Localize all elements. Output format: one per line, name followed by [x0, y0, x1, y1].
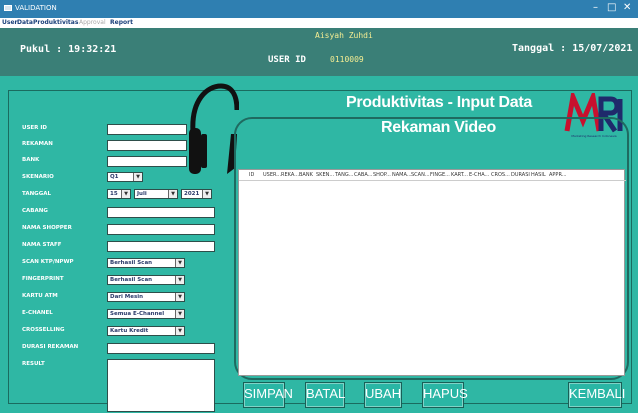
kembali-button[interactable]: KEMBALI	[568, 382, 625, 408]
cabang-input[interactable]	[107, 207, 215, 218]
label-rekaman: REKAMAN	[22, 141, 53, 147]
close-button[interactable]: ✕	[623, 2, 631, 14]
chevron-down-icon[interactable]: ▼	[175, 293, 184, 301]
user-id-input[interactable]	[107, 124, 187, 135]
tanggal-month-value: Juli	[137, 191, 147, 197]
tanggal-year-value: 2021	[184, 191, 200, 197]
user-id-label: USER ID	[268, 55, 306, 65]
bank-input[interactable]	[107, 156, 187, 167]
durasi-rekaman-input[interactable]	[107, 343, 215, 354]
label-result: RESULT	[22, 361, 45, 367]
menu-produktivitas[interactable]: Produktivitas	[33, 18, 78, 28]
clock-label: Pukul : 19:32:21	[20, 44, 117, 55]
headphones-icon	[189, 83, 239, 174]
kartu-atm-value: Dari Mesin	[110, 294, 144, 300]
batal-button[interactable]: BATAL	[305, 382, 345, 408]
nama-shopper-input[interactable]	[107, 224, 215, 235]
data-table[interactable]: ID USER... REKA... BANK SKEN... TANG... …	[238, 169, 626, 376]
tanggal-year-select[interactable]: 2021 ▼	[181, 189, 212, 199]
column-header[interactable]: BANK	[299, 170, 313, 180]
column-header[interactable]: TANG...	[335, 170, 353, 180]
chevron-down-icon[interactable]: ▼	[202, 190, 211, 198]
label-cabang: CABANG	[22, 208, 48, 214]
chevron-down-icon[interactable]: ▼	[168, 190, 177, 198]
label-crosselling: CROSSELLING	[22, 327, 65, 333]
e-chanel-select[interactable]: Semua E-Channel ▼	[107, 309, 185, 319]
column-header[interactable]: REKA...	[281, 170, 299, 180]
column-header[interactable]: SCAN...	[411, 170, 430, 180]
info-header: Pukul : 19:32:21 Aisyah Zuhdi USER ID 01…	[0, 28, 638, 76]
skenario-value: Q1	[110, 174, 119, 180]
fingerprint-select[interactable]: Berhasil Scan ▼	[107, 275, 185, 285]
fingerprint-value: Berhasil Scan	[110, 277, 153, 283]
label-fingerprint: FINGERPRINT	[22, 276, 64, 282]
column-header[interactable]: KART...	[451, 170, 468, 180]
app-icon	[4, 5, 12, 11]
tanggal-day-value: 15	[110, 191, 118, 197]
minimize-button[interactable]: –	[593, 2, 598, 14]
chevron-down-icon[interactable]: ▼	[175, 327, 184, 335]
label-bank: BANK	[22, 157, 40, 163]
tanggal-month-select[interactable]: Juli ▼	[134, 189, 178, 199]
chevron-down-icon[interactable]: ▼	[175, 310, 184, 318]
nama-staff-input[interactable]	[107, 241, 215, 252]
chevron-down-icon[interactable]: ▼	[121, 190, 130, 198]
column-header[interactable]: SKEN...	[316, 170, 334, 180]
page-title-line1: Produktivitas - Input Data	[346, 94, 532, 111]
column-header[interactable]: NAMA...	[392, 170, 412, 180]
column-header[interactable]: FINGE...	[430, 170, 450, 180]
label-kartu-atm: KARTU ATM	[22, 293, 58, 299]
crosselling-value: Kartu Kredit	[110, 328, 149, 334]
scan-ktp-select[interactable]: Berhasil Scan ▼	[107, 258, 185, 268]
column-header[interactable]: HASIL	[531, 170, 546, 180]
menu-approval: Approval	[79, 19, 106, 26]
rekaman-input[interactable]	[107, 140, 187, 151]
simpan-button[interactable]: SIMPAN	[243, 382, 293, 408]
date-label: Tanggal : 15/07/2021	[512, 43, 633, 54]
label-scan-ktp: SCAN KTP/NPWP	[22, 259, 74, 265]
user-id-value: 0110009	[330, 55, 364, 64]
column-header[interactable]: ID	[249, 170, 254, 180]
menu-user[interactable]: User	[2, 18, 17, 28]
label-skenario: SKENARIO	[22, 174, 54, 180]
maximize-button[interactable]: □	[607, 2, 616, 14]
user-name: Aisyah Zuhdi	[315, 31, 373, 40]
ubah-button[interactable]: UBAH	[364, 382, 402, 408]
label-nama-staff: NAMA STAFF	[22, 242, 62, 248]
label-user-id: USER ID	[22, 125, 47, 131]
hapus-button[interactable]: HAPUS	[422, 382, 468, 408]
column-header[interactable]: APPR...	[549, 170, 567, 180]
column-header[interactable]: CABA...	[354, 170, 372, 180]
kartu-atm-select[interactable]: Dari Mesin ▼	[107, 292, 185, 302]
crosselling-select[interactable]: Kartu Kredit ▼	[107, 326, 185, 336]
window-titlebar: VALIDATION – □ ✕	[0, 0, 638, 18]
column-header[interactable]: CROS...	[491, 170, 510, 180]
label-durasi-rekaman: DURASI REKAMAN	[22, 344, 79, 350]
scan-ktp-value: Berhasil Scan	[110, 260, 153, 266]
e-chanel-value: Semua E-Channel	[110, 311, 165, 317]
label-e-chanel: E-CHANEL	[22, 310, 53, 316]
skenario-select[interactable]: Q1 ▼	[107, 172, 143, 182]
column-header[interactable]: E-CHA...	[469, 170, 489, 180]
label-nama-shopper: NAMA SHOPPER	[22, 225, 72, 231]
chevron-down-icon[interactable]: ▼	[175, 259, 184, 267]
table-header: ID USER... REKA... BANK SKEN... TANG... …	[239, 170, 626, 181]
menu-bar: User Data Produktivitas Approval Report	[0, 18, 638, 28]
chevron-down-icon[interactable]: ▼	[133, 173, 142, 181]
menu-data[interactable]: Data	[17, 18, 33, 28]
column-header[interactable]: USER...	[263, 170, 281, 180]
column-header[interactable]: SHOP...	[373, 170, 391, 180]
menu-report[interactable]: Report	[110, 18, 133, 28]
tanggal-day-select[interactable]: 15 ▼	[107, 189, 131, 199]
chevron-down-icon[interactable]: ▼	[175, 276, 184, 284]
column-header[interactable]: DURASI	[511, 170, 530, 180]
result-textarea[interactable]	[107, 359, 215, 412]
window-title: VALIDATION	[15, 4, 57, 12]
label-tanggal: TANGGAL	[22, 191, 51, 197]
